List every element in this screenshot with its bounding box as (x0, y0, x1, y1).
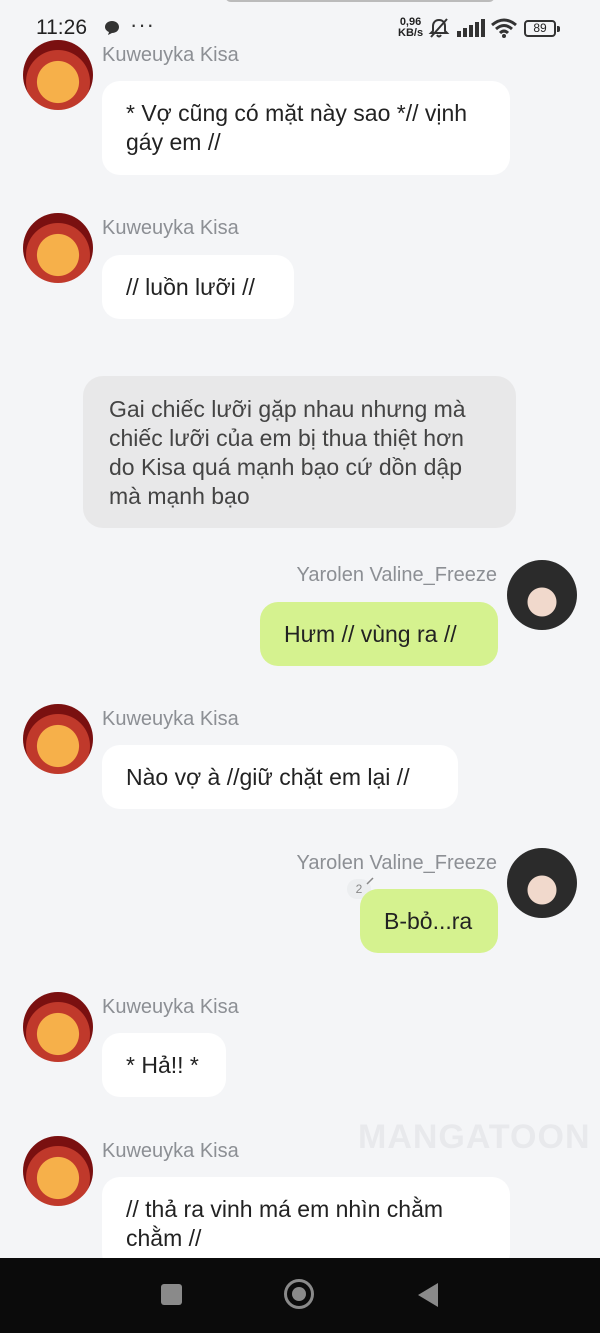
more-notifications-icon: ··· (130, 12, 155, 37)
sender-name: Kuweuyka Kisa (102, 708, 239, 730)
recent-apps-button[interactable] (161, 1284, 182, 1305)
home-button[interactable] (284, 1279, 314, 1309)
sender-name: Yarolen Valine_Freeze (296, 564, 498, 586)
top-edge-strip (225, 0, 495, 2)
message-bubble[interactable]: * Hả!! * (102, 1033, 226, 1097)
sender-name: Kuweuyka Kisa (102, 996, 239, 1018)
message-bubble[interactable]: Nào vợ à //giữ chặt em lại // (102, 745, 458, 809)
mangatoon-watermark: MANGATOON (358, 1118, 591, 1156)
sender-name: Kuweuyka Kisa (102, 44, 239, 66)
sender-name: Kuweuyka Kisa (102, 217, 239, 239)
avatar-kuweuyka-kisa[interactable] (23, 704, 93, 774)
message-bubble[interactable]: B-bỏ...ra (360, 889, 498, 953)
network-speed-unit: KB/s (398, 27, 424, 39)
sender-name: Yarolen Valine_Freeze (296, 852, 498, 874)
message-bubble[interactable]: Hưm // vùng ra // (260, 602, 498, 666)
avatar-yarolen-valine-freeze[interactable] (507, 848, 577, 918)
avatar-kuweuyka-kisa[interactable] (23, 40, 93, 110)
status-bar: 11:26 ··· 0,96 KB/s 89 (0, 0, 600, 54)
battery-icon: 89 (524, 20, 560, 37)
avatar-kuweuyka-kisa[interactable] (23, 213, 93, 283)
status-time: 11:26 (36, 16, 87, 39)
wifi-icon (491, 18, 517, 38)
back-button[interactable] (418, 1283, 438, 1307)
pencil-icon (366, 877, 374, 885)
chat-notification-icon (105, 21, 119, 35)
cell-signal-icon (457, 19, 485, 37)
narration-bubble[interactable]: Gai chiếc lưỡi gặp nhau nhưng mà chiếc l… (83, 376, 516, 528)
avatar-kuweuyka-kisa[interactable] (23, 1136, 93, 1206)
avatar-yarolen-valine-freeze[interactable] (507, 560, 577, 630)
network-speed: 0,96 KB/s (398, 17, 423, 39)
message-bubble[interactable]: // luồn lưỡi // (102, 255, 294, 319)
mute-bell-icon (428, 18, 450, 38)
avatar-kuweuyka-kisa[interactable] (23, 992, 93, 1062)
sender-name: Kuweuyka Kisa (102, 1140, 239, 1162)
message-bubble[interactable]: * Vợ cũng có mặt này sao *// vịnh gáy em… (102, 81, 510, 175)
message-bubble[interactable]: // thả ra vinh má em nhìn chằm chằm // (102, 1177, 510, 1271)
